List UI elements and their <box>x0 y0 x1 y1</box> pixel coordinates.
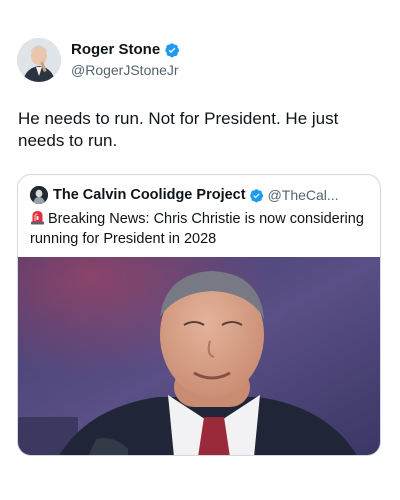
name-row: Roger Stone <box>71 41 180 59</box>
verified-badge-icon <box>164 42 180 58</box>
author-display-name[interactable]: Roger Stone <box>71 41 160 59</box>
tweet: Roger Stone @RogerJStoneJr He needs to r… <box>0 0 400 500</box>
author-names: Roger Stone @RogerJStoneJr <box>71 41 180 79</box>
tweet-header: Roger Stone @RogerJStoneJr <box>17 38 180 82</box>
avatar-image <box>17 38 61 82</box>
quoted-tweet-text-block: Breaking News: Chris Christie is now con… <box>30 209 366 249</box>
quoted-tweet-header: The Calvin Coolidge Project @TheCal... <box>30 186 339 204</box>
photo-image <box>18 257 380 455</box>
siren-icon <box>30 209 45 225</box>
quoted-tweet-text: Breaking News: Chris Christie is now con… <box>30 211 364 247</box>
author-handle[interactable]: @RogerJStoneJr <box>71 61 180 79</box>
avatar[interactable] <box>17 38 61 82</box>
quoted-author-handle[interactable]: @TheCal... <box>268 187 339 203</box>
tweet-text: He needs to run. Not for President. He j… <box>18 109 339 150</box>
quoted-author-display-name[interactable]: The Calvin Coolidge Project <box>53 187 246 203</box>
quoted-avatar-image <box>30 186 48 204</box>
photo[interactable] <box>18 257 380 455</box>
quoted-avatar[interactable] <box>30 186 48 204</box>
quoted-tweet[interactable]: The Calvin Coolidge Project @TheCal... B… <box>17 174 381 456</box>
verified-badge-icon <box>249 188 264 203</box>
